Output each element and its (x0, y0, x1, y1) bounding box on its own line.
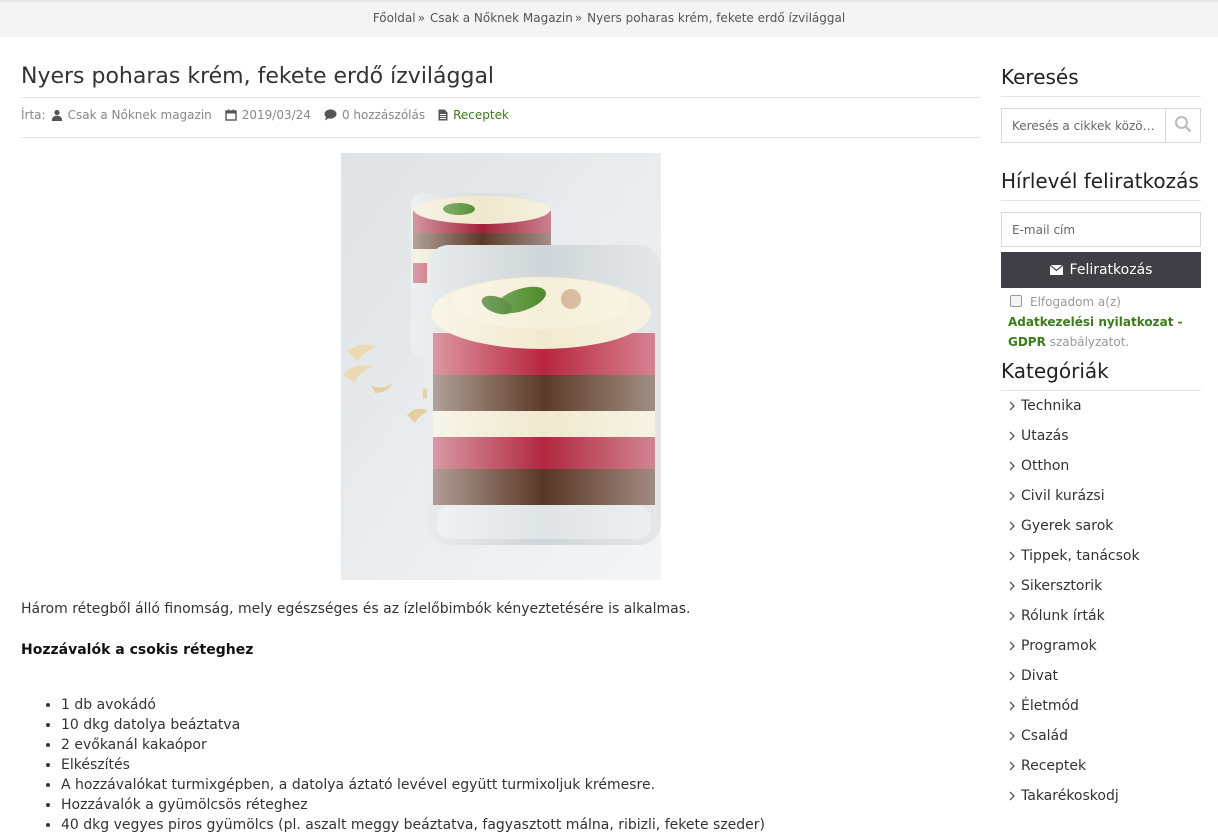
chevron-right-icon (1009, 431, 1015, 441)
chevron-right-icon (1009, 731, 1015, 741)
breadcrumb-separator: » (417, 11, 425, 25)
consent-text-after: szabályzatot. (1049, 335, 1130, 349)
breadcrumb-current: Nyers poharas krém, fekete erdő ízvilágg… (587, 11, 846, 25)
chevron-right-icon (1009, 701, 1015, 711)
category-item[interactable]: Divat (1009, 661, 1140, 691)
category-item[interactable]: Otthon (1009, 451, 1140, 481)
ingredient-list: 1 db avokádó 10 dkg datolya beáztatva 2 … (61, 695, 765, 835)
chevron-right-icon (1009, 761, 1015, 771)
chevron-right-icon (1009, 521, 1015, 531)
post-date: 2019/03/24 (241, 108, 311, 122)
chevron-right-icon (1009, 401, 1015, 411)
meta-date: 2019/03/24 (225, 108, 311, 122)
meta-author: Írta: Csak a Nőknek magazin (21, 108, 212, 122)
category-label: Otthon (1021, 458, 1070, 474)
subscribe-button[interactable]: Feliratkozás (1001, 252, 1201, 288)
chevron-right-icon (1009, 581, 1015, 591)
category-item[interactable]: Receptek (1009, 751, 1140, 781)
list-item: A hozzávalókat turmixgépben, a datolya á… (61, 775, 765, 795)
breadcrumb-section[interactable]: Csak a Nőknek Magazin (430, 11, 573, 25)
comments-link[interactable]: 0 hozzászólás (342, 108, 425, 122)
consent-checkbox[interactable] (1010, 295, 1022, 307)
chevron-right-icon (1009, 461, 1015, 471)
list-item: 2 evőkanál kakaópor (61, 735, 765, 755)
consent-text-before: Elfogadom a(z) (1030, 295, 1121, 309)
search-heading: Keresés (1001, 65, 1079, 89)
dessert-photo (341, 153, 661, 580)
gdpr-consent: Elfogadom a(z) Adatkezelési nyilatkozat … (1008, 292, 1204, 352)
category-item[interactable]: Takarékoskodj (1009, 781, 1140, 811)
divider (1001, 96, 1201, 97)
breadcrumb-separator: » (574, 11, 583, 25)
category-link[interactable]: Receptek (453, 108, 509, 122)
chevron-right-icon (1009, 641, 1015, 651)
category-label: Takarékoskodj (1021, 788, 1119, 804)
breadcrumb-home[interactable]: Főoldal (373, 11, 416, 25)
document-icon (438, 109, 448, 121)
list-item: 10 dkg datolya beáztatva (61, 715, 765, 735)
category-item[interactable]: Sikersztorik (1009, 571, 1140, 601)
author-prefix: Írta: (21, 108, 46, 122)
search-input[interactable]: Keresés a cikkek között... (1002, 109, 1166, 142)
search-form: Keresés a cikkek között... (1001, 108, 1201, 143)
categories-heading: Kategóriák (1001, 359, 1109, 383)
meta-category: Receptek (438, 108, 509, 122)
subscribe-label: Feliratkozás (1069, 262, 1153, 278)
category-item[interactable]: Civil kurázsi (1009, 481, 1140, 511)
category-list: Technika Utazás Otthon Civil kurázsi Gye… (1009, 391, 1140, 811)
section-heading: Hozzávalók a csokis réteghez (21, 642, 254, 658)
category-label: Gyerek sarok (1021, 518, 1114, 534)
category-label: Technika (1021, 398, 1082, 414)
search-icon (1174, 115, 1192, 137)
envelope-icon (1049, 265, 1063, 275)
category-label: Civil kurázsi (1021, 488, 1105, 504)
divider (21, 137, 981, 138)
list-item: Hozzávalók a gyümölcsös réteghez (61, 795, 765, 815)
category-item[interactable]: Rólunk írták (1009, 601, 1140, 631)
post-meta: Írta: Csak a Nőknek magazin 2019/03/24 0… (21, 108, 522, 122)
page-title: Nyers poharas krém, fekete erdő ízvilágg… (21, 64, 495, 89)
divider (21, 97, 981, 98)
breadcrumb-bar: Főoldal» Csak a Nőknek Magazin» Nyers poha… (0, 0, 1218, 37)
chevron-right-icon (1009, 671, 1015, 681)
meta-comments: 0 hozzászólás (324, 108, 425, 122)
article-intro: Három rétegből álló finomság, mely egész… (21, 601, 691, 617)
category-item[interactable]: Programok (1009, 631, 1140, 661)
chevron-right-icon (1009, 791, 1015, 801)
category-label: Receptek (1021, 758, 1087, 774)
user-icon (51, 109, 63, 121)
category-label: Programok (1021, 638, 1097, 654)
front-glass (427, 245, 661, 545)
category-label: Utazás (1021, 428, 1069, 444)
email-field[interactable]: E-mail cím (1001, 212, 1201, 247)
category-item[interactable]: Tippek, tanácsok (1009, 541, 1140, 571)
newsletter-heading: Hírlevél feliratkozás (1001, 169, 1199, 193)
category-label: Család (1021, 728, 1069, 744)
comment-icon (324, 109, 337, 121)
author-link[interactable]: Csak a Nőknek magazin (68, 108, 212, 122)
category-item[interactable]: Család (1009, 721, 1140, 751)
calendar-icon (225, 109, 237, 121)
chevron-right-icon (1009, 551, 1015, 561)
list-item: Elkészítés (61, 755, 765, 775)
category-label: Divat (1021, 668, 1059, 684)
category-item[interactable]: Technika (1009, 391, 1140, 421)
category-item[interactable]: Életmód (1009, 691, 1140, 721)
category-label: Tippek, tanácsok (1021, 548, 1140, 564)
chevron-right-icon (1009, 611, 1015, 621)
chevron-right-icon (1009, 491, 1015, 501)
breadcrumb: Főoldal» Csak a Nőknek Magazin» Nyers poha… (0, 11, 1218, 25)
list-item: 1 db avokádó (61, 695, 765, 715)
category-label: Sikersztorik (1021, 578, 1103, 594)
category-label: Életmód (1021, 698, 1079, 714)
divider (1001, 200, 1201, 201)
category-item[interactable]: Gyerek sarok (1009, 511, 1140, 541)
list-item: 40 dkg vegyes piros gyümölcs (pl. aszalt… (61, 815, 765, 835)
category-item[interactable]: Utazás (1009, 421, 1140, 451)
category-label: Rólunk írták (1021, 608, 1105, 624)
search-button[interactable] (1166, 109, 1200, 142)
